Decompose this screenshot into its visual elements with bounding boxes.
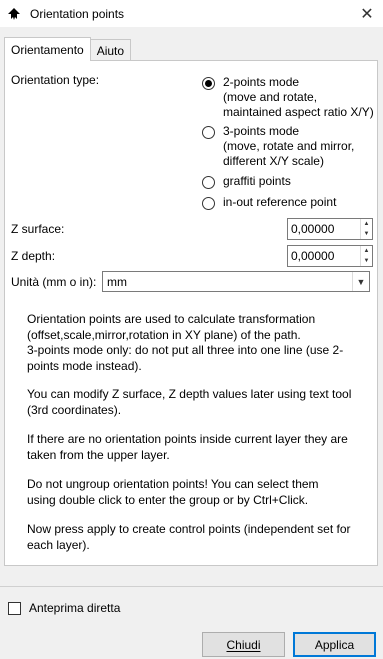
- radio-button[interactable]: [202, 77, 215, 90]
- title-bar: Orientation points ✕: [0, 0, 383, 27]
- radio-2-points[interactable]: 2-points mode (move and rotate, maintain…: [202, 75, 374, 120]
- live-preview-checkbox[interactable]: [8, 601, 21, 615]
- spin-up-icon[interactable]: ▲: [361, 219, 372, 229]
- apply-button[interactable]: Applica: [293, 632, 376, 657]
- spin-down-icon[interactable]: ▼: [361, 229, 372, 239]
- info-paragraph-3: If there are no orientation points insid…: [27, 432, 348, 462]
- z-depth-input[interactable]: [288, 246, 360, 266]
- inkscape-logo-icon: [6, 6, 22, 22]
- live-preview-label: Anteprima diretta: [29, 601, 121, 615]
- radio-button[interactable]: [202, 197, 215, 210]
- radio-button[interactable]: [202, 126, 215, 139]
- tab-panel: Orientation type: 2-points mode (move an…: [4, 60, 378, 566]
- info-paragraph-2: You can modify Z surface, Z depth values…: [27, 387, 352, 417]
- tab-orientamento[interactable]: Orientamento: [4, 37, 91, 61]
- info-paragraph-4: Do not ungroup orientation points! You c…: [27, 477, 319, 507]
- radio-in-out-reference[interactable]: in-out reference point: [202, 195, 336, 210]
- unit-label: Unità (mm o in):: [11, 275, 97, 289]
- z-surface-input[interactable]: [288, 219, 360, 239]
- info-paragraph-1: Orientation points are used to calculate…: [27, 312, 344, 373]
- orientation-type-label: Orientation type:: [11, 73, 100, 87]
- z-depth-spinbox[interactable]: ▲ ▼: [287, 245, 373, 267]
- radio-button[interactable]: [202, 176, 215, 189]
- unit-select[interactable]: mm ▼: [102, 271, 370, 292]
- live-preview-checkbox-row[interactable]: Anteprima diretta: [8, 601, 120, 615]
- z-surface-spinbox[interactable]: ▲ ▼: [287, 218, 373, 240]
- close-button[interactable]: Chiudi: [202, 632, 285, 657]
- radio-graffiti-points[interactable]: graffiti points: [202, 174, 291, 189]
- spin-down-icon[interactable]: ▼: [361, 256, 372, 266]
- unit-select-value: mm: [107, 274, 127, 289]
- chevron-down-icon[interactable]: ▼: [352, 272, 369, 291]
- separator: [0, 586, 383, 587]
- close-window-button[interactable]: ✕: [351, 0, 383, 27]
- z-depth-label: Z depth:: [11, 249, 56, 263]
- close-icon: ✕: [360, 5, 374, 23]
- window-title: Orientation points: [30, 6, 125, 21]
- radio-3-points[interactable]: 3-points mode (move, rotate and mirror, …: [202, 124, 354, 169]
- tab-bar: Orientamento Aiuto: [4, 37, 132, 61]
- info-paragraph-5: Now press apply to create control points…: [27, 522, 351, 552]
- tab-aiuto[interactable]: Aiuto: [89, 39, 132, 61]
- spin-up-icon[interactable]: ▲: [361, 246, 372, 256]
- z-surface-label: Z surface:: [11, 222, 65, 236]
